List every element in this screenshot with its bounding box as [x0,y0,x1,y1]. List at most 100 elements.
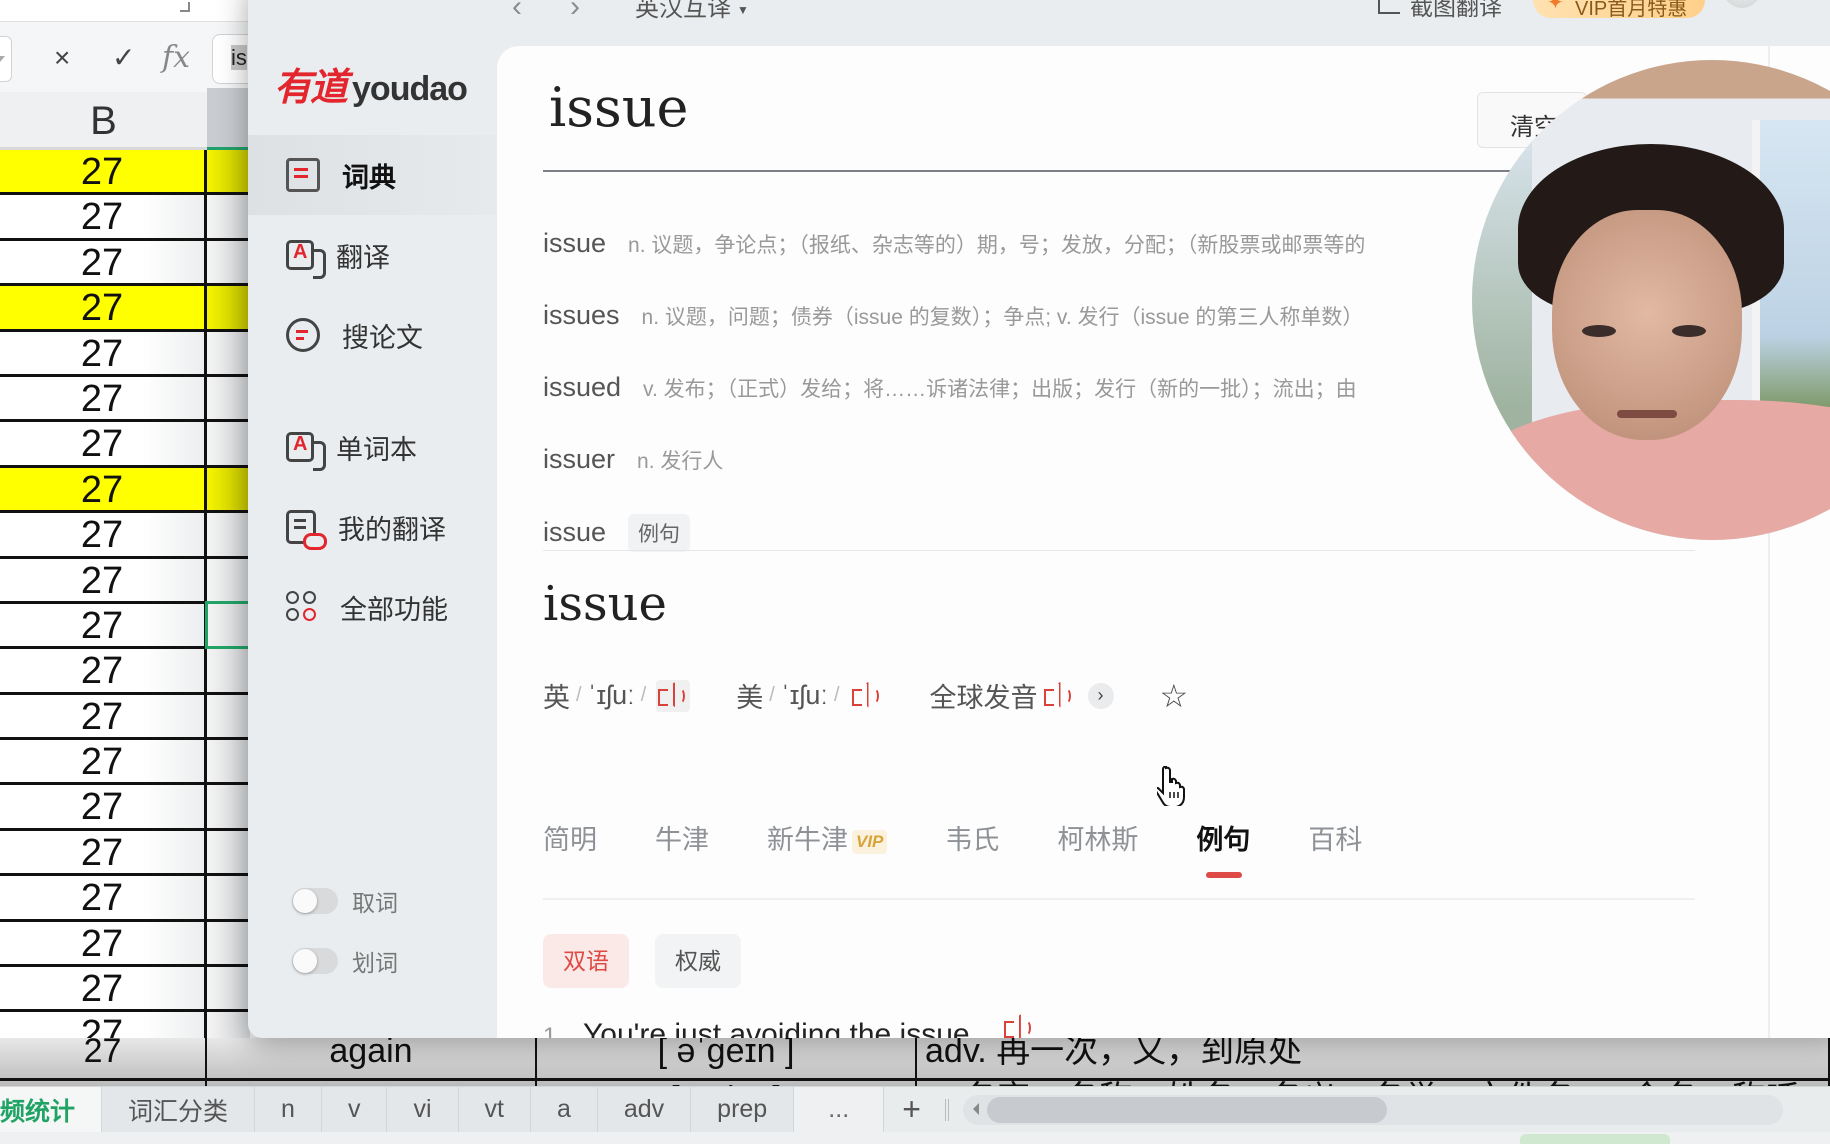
speaker-icon[interactable] [1002,1012,1036,1038]
back-icon[interactable]: ‹ [512,0,522,24]
cell-b[interactable]: 27 [0,240,207,284]
cell-b[interactable]: 27 [0,150,207,193]
cell-b[interactable]: 27 [0,422,207,465]
dictionary-tab[interactable]: 新牛津 VIP [767,818,888,874]
cell-c[interactable] [207,649,250,692]
sidebar-item-wordbook[interactable]: 单词本 [248,407,496,487]
cell-c[interactable] [207,967,250,1010]
sheet-tab[interactable]: v [321,1086,388,1133]
cell-b[interactable]: 27 [0,376,207,420]
sheet-tab[interactable]: vt [458,1086,531,1133]
toggle-switch[interactable] [292,948,338,974]
cell-b[interactable]: 27 [0,467,207,511]
vip-promo-button[interactable]: ✦ VIP首月特惠 [1533,0,1706,20]
cell-b[interactable]: 27 [0,649,207,692]
sidebar-item-paper-search[interactable]: 搜论文 [248,295,496,375]
scrollbar-thumb[interactable] [986,1096,1387,1123]
sheet-tab[interactable]: 词汇分类 [102,1086,256,1133]
dictionary-tab[interactable]: 简明 [543,818,597,874]
cell-b[interactable]: 27 [0,195,207,238]
suggestion-item[interactable]: issues n. 议题，问题；债券（issue 的复数）；争点; v. 发行（… [543,300,1363,331]
example-chip[interactable]: 例句 [628,514,691,552]
cell-b[interactable]: 27 [0,694,207,738]
mode-selector[interactable]: 英汉互译 ▼ [635,0,749,23]
sheet-tab[interactable]: n [255,1086,322,1133]
name-box-dropdown[interactable] [0,36,12,82]
cell-b[interactable]: 27 [0,740,207,783]
cell-word[interactable]: again [207,1038,537,1080]
more-sheets-button[interactable]: ... [794,1086,885,1133]
sidebar-item-my-translation[interactable]: 我的翻译 [248,487,496,567]
column-header-c[interactable] [207,88,252,150]
column-header-b[interactable]: B [0,92,207,150]
cell-c[interactable] [207,376,250,420]
cell-meaning[interactable]: adv. 再一次，又，到原处 [917,1038,1830,1080]
toggle-word-capture[interactable]: 取词 [292,884,398,918]
cell-c[interactable] [207,694,250,738]
cell-c[interactable] [207,331,250,374]
cell-b[interactable]: 27 [0,558,207,602]
cell-b[interactable]: 27 [0,286,207,329]
favorite-star-icon[interactable]: ☆ [1160,677,1189,715]
cell-b[interactable]: 27 [0,830,207,874]
sidebar-item-translate[interactable]: 翻译 [248,215,496,295]
cell-phonetic[interactable]: [ əˈɡeɪn ] [537,1038,917,1080]
suggestion-item[interactable]: issue n. 议题，争论点；（报纸、杂志等的）期，号；发放，分配；（新股票或… [543,228,1365,259]
suggestion-item[interactable]: issue 例句 [543,514,691,552]
cell-b[interactable]: 27 [0,603,207,647]
filter-bilingual[interactable]: 双语 [543,934,629,988]
sheet-tab[interactable]: prep [691,1086,795,1133]
suggestion-item[interactable]: issuer n. 发行人 [543,444,723,475]
cell-c[interactable] [207,240,250,284]
sheet-tab[interactable]: a [530,1086,598,1133]
search-input[interactable]: issue [549,76,688,139]
cell-c[interactable] [207,286,250,329]
insert-function-icon[interactable]: fx [162,38,190,78]
cell-b[interactable]: 27 [0,921,207,965]
cell-c[interactable] [207,785,250,828]
toggle-switch[interactable] [292,888,338,914]
dictionary-tab[interactable]: 柯林斯 [1057,818,1138,874]
cell-b[interactable]: 27 [0,513,207,556]
dictionary-tab[interactable]: 例句 [1196,818,1250,878]
cell-c[interactable] [207,195,250,238]
confirm-formula-icon[interactable]: ✓ [112,38,135,78]
dictionary-tab[interactable]: 韦氏 [945,818,999,874]
sidebar-item-dictionary[interactable]: 词典 [248,135,496,215]
user-avatar[interactable] [1723,0,1761,8]
sheet-tab[interactable]: 频统计 [0,1086,103,1133]
add-sheet-icon[interactable]: + [884,1091,939,1128]
cell-c[interactable] [207,876,250,919]
screenshot-translate-button[interactable]: 截图翻译 [1378,0,1502,22]
cell-c[interactable] [207,513,250,556]
dictionary-tab[interactable]: 牛津 [655,818,709,874]
suggestion-item[interactable]: issued v. 发布；（正式）发给；将……诉诸法律；出版；发行（新的一批）；… [543,372,1357,403]
cell-b[interactable]: 27 [0,1038,207,1080]
toggle-select-word[interactable]: 划词 [292,944,398,978]
scroll-left-icon[interactable] [972,1102,979,1115]
cell-c[interactable] [207,150,250,193]
sheet-tab[interactable]: vi [387,1086,459,1133]
speaker-icon[interactable] [656,679,691,712]
more-pronunciation-icon[interactable]: › [1087,682,1114,709]
cell-c[interactable] [207,422,250,465]
speaker-icon[interactable] [1042,680,1076,712]
cell-b[interactable]: 27 [0,967,207,1010]
horizontal-scrollbar[interactable] [962,1094,1783,1125]
cell-b[interactable]: 27 [0,785,207,828]
sheet-tab[interactable]: adv [597,1086,692,1133]
cancel-formula-icon[interactable]: × [54,38,70,78]
cell-c[interactable] [207,467,250,511]
cell-b[interactable]: 27 [0,331,207,375]
sidebar-item-all-features[interactable]: 全部功能 [248,567,496,647]
filter-authoritative[interactable]: 权威 [655,934,741,988]
cell-b[interactable]: 27 [0,876,207,919]
cell-c[interactable] [207,830,250,874]
tab-splitter[interactable] [944,1098,949,1121]
cell-c[interactable] [207,921,250,965]
forward-icon[interactable]: › [570,0,580,24]
cell-c[interactable] [207,558,250,601]
dictionary-tab[interactable]: 百科 [1308,818,1362,874]
speaker-icon[interactable] [850,680,884,712]
cell-c[interactable] [207,740,250,783]
